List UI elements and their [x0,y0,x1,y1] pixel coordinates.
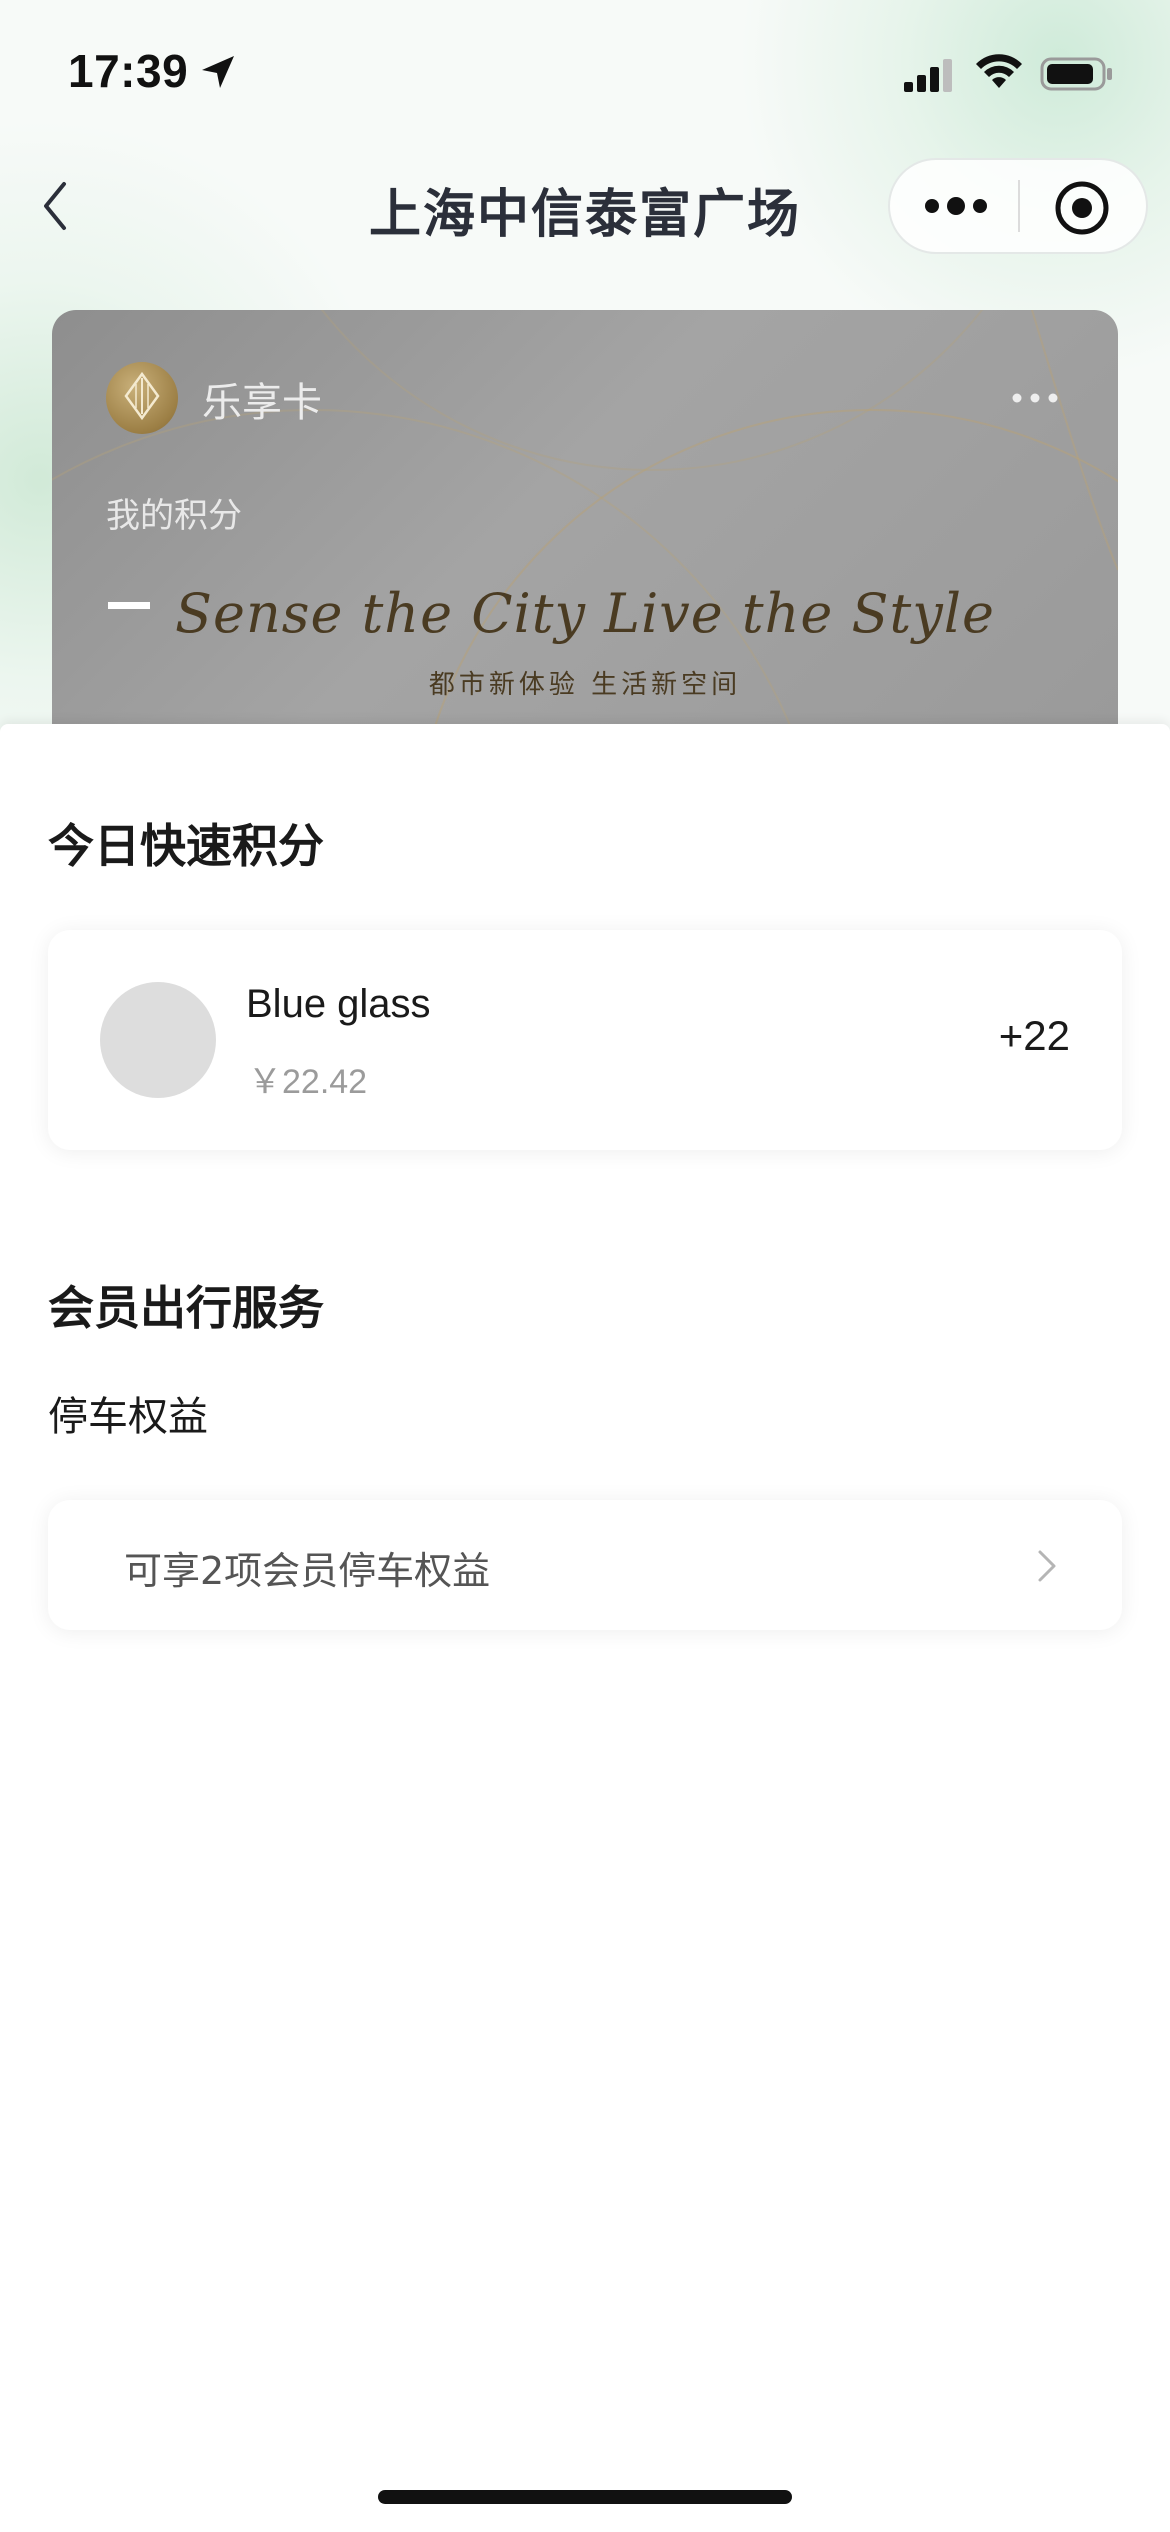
card-name: 乐享卡 [202,380,322,426]
status-bar: 17:39 [0,0,1170,150]
product-name: Blue glass [246,982,431,1026]
wifi-icon [976,54,1022,88]
card-slogan-sub: 都市新体验 生活新空间 [428,670,742,700]
cellular-signal-icon [904,59,952,92]
mall-logo [106,362,178,434]
parking-benefits-entry[interactable]: 可享2项会员停车权益 [48,1500,1122,1630]
points-label: 我的积分 [106,496,242,536]
travel-service-title: 会员出行服务 [48,1281,324,1335]
home-indicator[interactable] [378,2490,792,2504]
product-thumbnail [100,982,216,1098]
status-time: 17:39 [68,45,189,97]
card-slogan: Sense the City Live the Style [175,582,995,645]
mini-program-capsule [888,158,1148,254]
battery-icon [1040,57,1112,91]
location-arrow-icon [202,56,234,88]
quick-points-title: 今日快速积分 [48,819,324,873]
close-target-icon[interactable] [1052,178,1112,238]
quick-points-item[interactable]: Blue glass ￥22.42 +22 [48,930,1122,1150]
more-options-icon[interactable] [918,178,994,234]
card-more-icon[interactable] [1010,388,1060,408]
capsule-divider [1018,180,1020,232]
parking-benefits-title: 停车权益 [48,1394,208,1440]
chevron-right-icon [1038,1550,1056,1582]
points-earned: +22 [998,1012,1070,1059]
content-sheet: 今日快速积分 Blue glass ￥22.42 +22 会员出行服务 停车权益… [0,724,1170,2532]
diamond-logo-icon [124,371,160,421]
product-price: ￥22.42 [248,1063,368,1101]
member-card[interactable]: 乐享卡 我的积分 Sense the City Live the Style 都… [52,310,1118,740]
parking-benefits-text: 可享2项会员停车权益 [124,1549,491,1593]
